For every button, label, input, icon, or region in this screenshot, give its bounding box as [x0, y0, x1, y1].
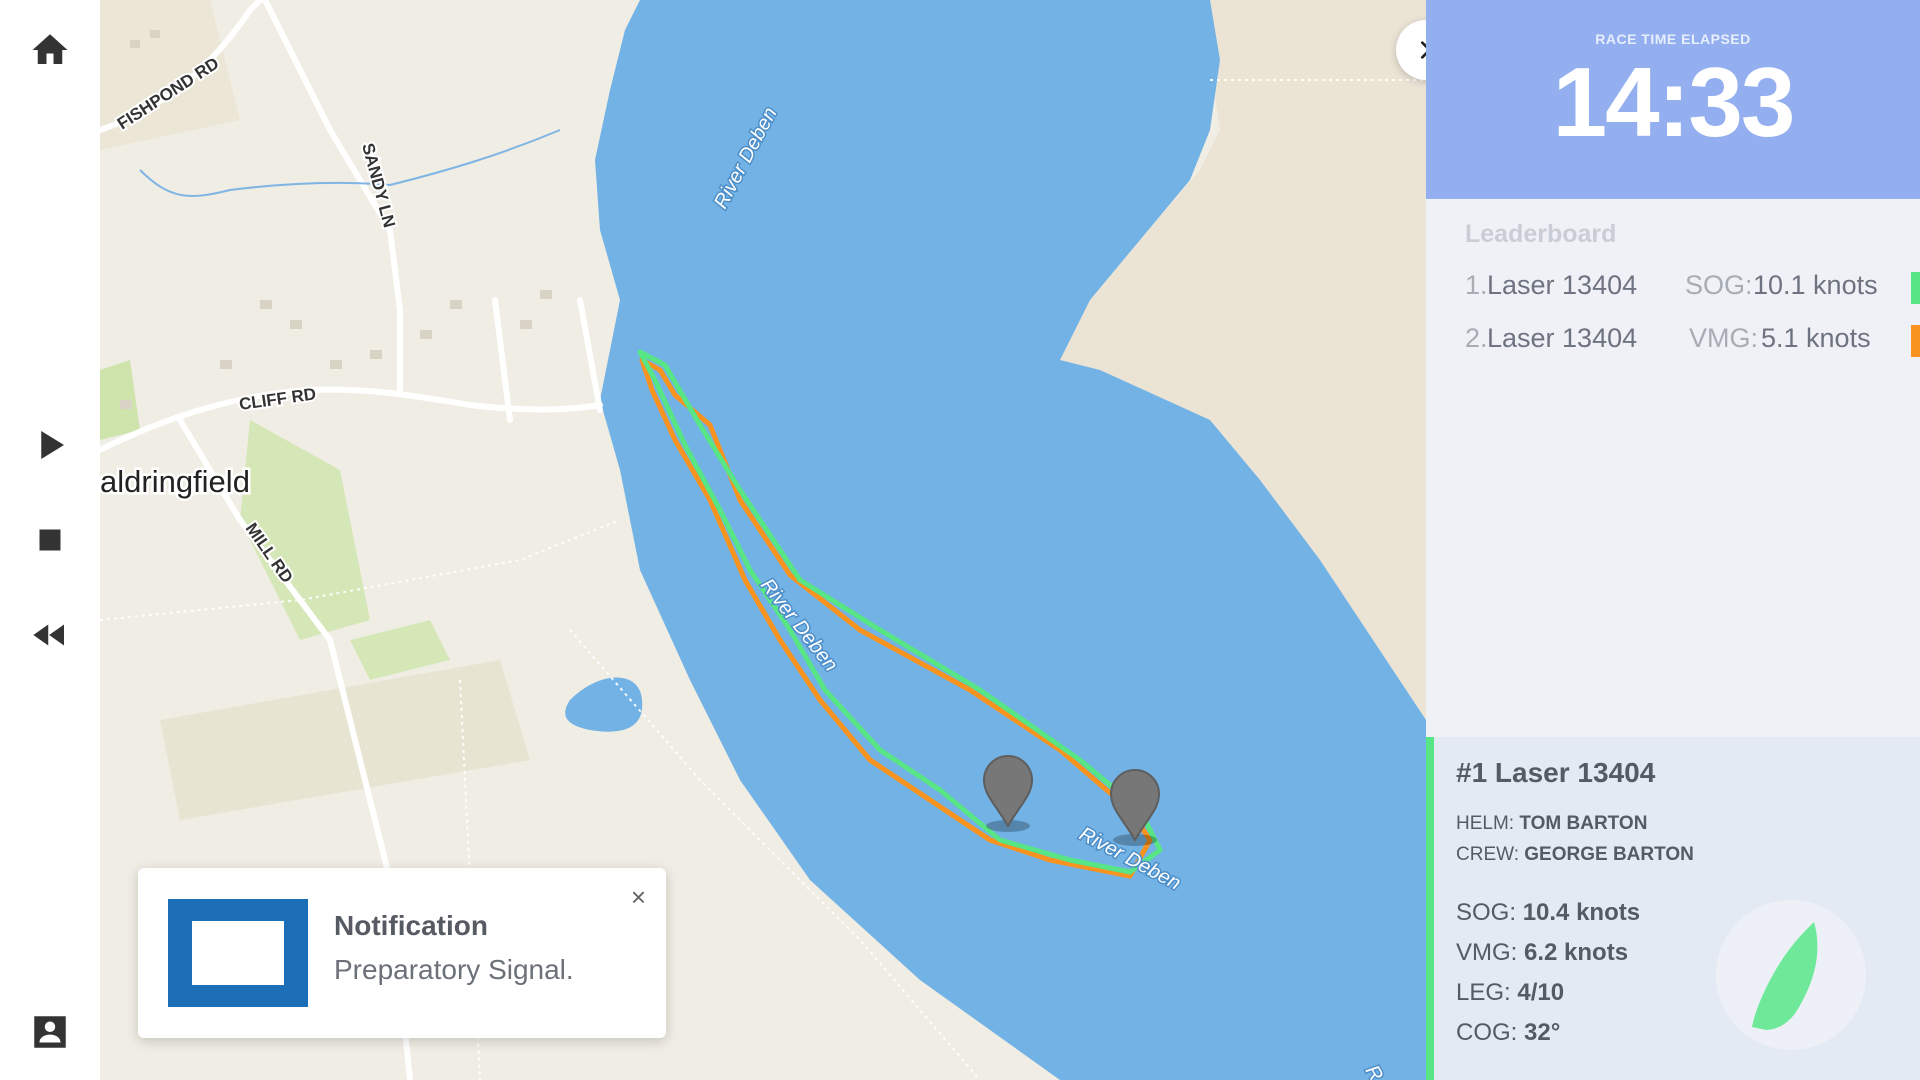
rewind-button[interactable] — [25, 610, 75, 660]
boat-detail-accent — [1426, 737, 1434, 1080]
crew-value: GEORGE BARTON — [1524, 844, 1694, 865]
crew-line: CREW: GEORGE BARTON — [1456, 844, 1694, 866]
sog-label: SOG: — [1456, 899, 1517, 926]
notification-toast[interactable]: Notification Preparatory Signal. × — [138, 868, 666, 1038]
leaderboard-stat-value: 10.1 knots — [1753, 270, 1878, 300]
notification-body: Preparatory Signal. — [334, 954, 574, 985]
leaderboard-row[interactable]: 1. Laser 13404 SOG: 10.1 knots — [1465, 270, 1920, 310]
boat-detail-card[interactable]: #1 Laser 13404 HELM: TOM BARTON CREW: GE… — [1426, 737, 1920, 1080]
timer-value: 14:33 — [1552, 47, 1796, 157]
helm-line: HELM: TOM BARTON — [1456, 813, 1647, 835]
timer-label: RACE TIME ELAPSED — [1595, 31, 1751, 47]
heading-compass — [1716, 900, 1866, 1050]
race-timer: RACE TIME ELAPSED 14:33 — [1426, 0, 1920, 199]
leaderboard-title: Leaderboard — [1465, 220, 1617, 248]
stop-button[interactable] — [25, 515, 75, 565]
cog-stat: COG: 32° — [1456, 1019, 1560, 1047]
profile-icon — [34, 1016, 66, 1048]
play-icon — [41, 431, 64, 459]
vmg-stat: VMG: 6.2 knots — [1456, 939, 1628, 967]
helm-value: TOM BARTON — [1519, 813, 1648, 834]
close-icon[interactable]: × — [631, 882, 646, 913]
crew-label: CREW: — [1456, 844, 1519, 865]
vmg-label: VMG: — [1456, 939, 1518, 966]
vmg-value: 6.2 knots — [1524, 939, 1629, 966]
boat-heading-icon — [1752, 922, 1818, 1030]
cog-label: COG: — [1456, 1019, 1518, 1046]
race-info-panel: RACE TIME ELAPSED 14:33 Leaderboard 1. L… — [1426, 0, 1920, 1080]
play-button[interactable] — [25, 420, 75, 470]
leaderboard-color-swatch — [1911, 325, 1920, 357]
home-icon — [32, 34, 68, 64]
home-button[interactable] — [25, 25, 75, 75]
notification-title: Notification — [334, 910, 488, 941]
leg-stat: LEG: 4/10 — [1456, 979, 1564, 1007]
sidebar — [0, 0, 100, 1080]
leg-label: LEG: — [1456, 979, 1511, 1006]
helm-label: HELM: — [1456, 813, 1515, 834]
profile-button[interactable] — [25, 1007, 75, 1057]
leaderboard-rank: 2. — [1465, 323, 1488, 353]
stop-icon — [39, 529, 61, 551]
cog-value: 32° — [1524, 1019, 1561, 1046]
preparatory-flag-icon — [168, 899, 308, 1007]
leaderboard-row[interactable]: 2. Laser 13404 VMG: 5.1 knots — [1465, 323, 1920, 363]
leaderboard-color-swatch — [1911, 272, 1920, 304]
leaderboard-boat: Laser 13404 — [1487, 270, 1638, 300]
label-waldringfield: aldringfield — [100, 464, 250, 499]
leg-value: 4/10 — [1517, 979, 1565, 1006]
leaderboard-stat-label: SOG: — [1685, 270, 1753, 300]
rewind-icon — [33, 624, 64, 646]
boat-detail-title: #1 Laser 13404 — [1456, 757, 1656, 788]
sog-stat: SOG: 10.4 knots — [1456, 899, 1640, 927]
leaderboard-boat: Laser 13404 — [1487, 323, 1638, 353]
leaderboard-rank: 1. — [1465, 270, 1488, 300]
sog-value: 10.4 knots — [1522, 899, 1641, 926]
leaderboard-stat-label: VMG: — [1689, 323, 1759, 353]
leaderboard-stat-value: 5.1 knots — [1761, 323, 1871, 353]
